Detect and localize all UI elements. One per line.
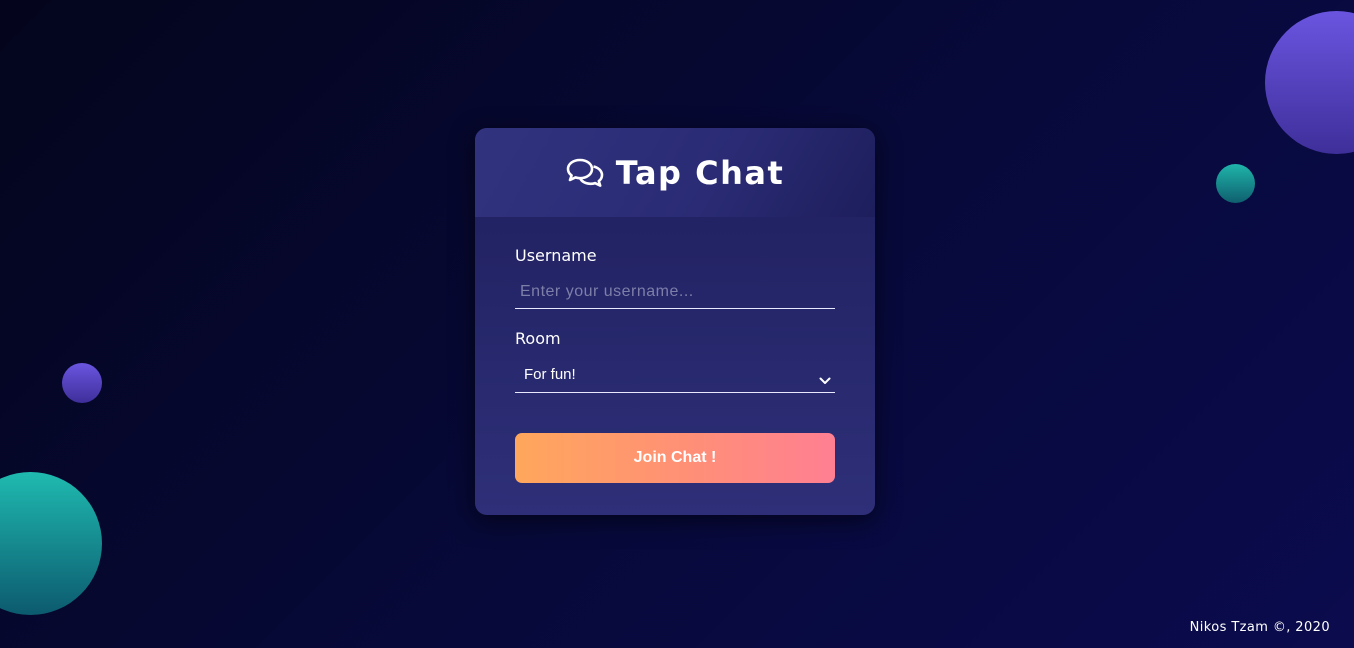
room-label: Room: [515, 329, 561, 348]
chevron-down-icon: [819, 370, 831, 384]
room-select-value: For fun!: [524, 366, 576, 383]
room-select[interactable]: For fun!: [515, 359, 835, 393]
join-form: Username Room For fun! Join Chat !: [475, 217, 875, 483]
app-title: Tap Chat: [615, 153, 785, 192]
card-header: Tap Chat: [475, 128, 875, 217]
room-field-group: Room For fun!: [515, 329, 835, 393]
username-label: Username: [515, 246, 597, 265]
username-input[interactable]: [515, 276, 835, 309]
decorative-circle-purple-small: [62, 363, 102, 403]
username-field-group: Username: [515, 246, 835, 309]
decorative-circle-teal-large: [0, 472, 102, 615]
decorative-circle-teal-small: [1216, 164, 1255, 203]
join-chat-card: Tap Chat Username Room For fun! Join Cha…: [475, 128, 875, 515]
footer-credit: Nikos Tzam ©, 2020: [1189, 620, 1330, 635]
join-chat-button[interactable]: Join Chat !: [515, 433, 835, 483]
decorative-circle-purple-large: [1265, 11, 1354, 154]
comments-icon: [566, 157, 604, 189]
